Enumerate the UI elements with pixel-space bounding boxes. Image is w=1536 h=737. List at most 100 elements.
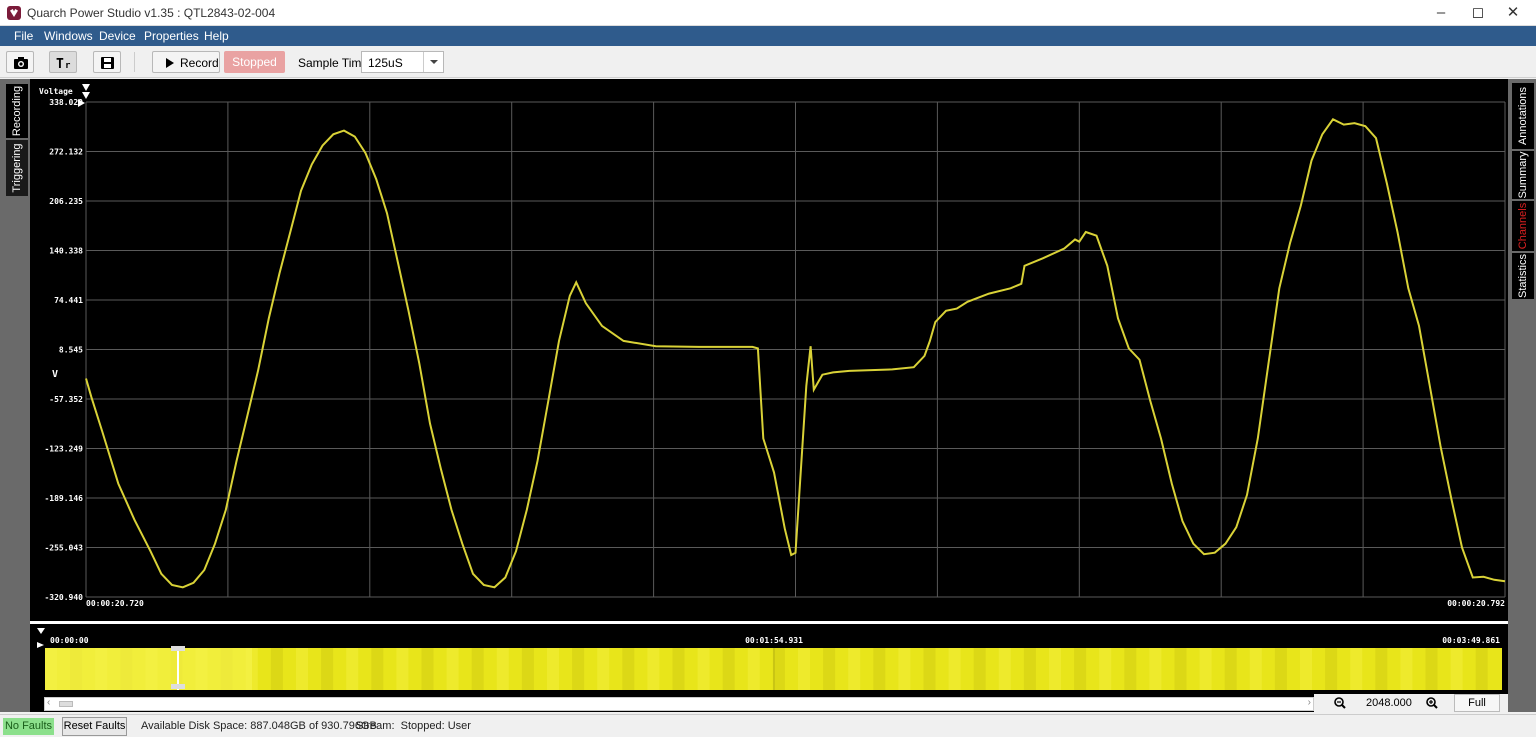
- play-icon: [166, 58, 174, 68]
- navigator-stripe: [321, 648, 334, 690]
- navigator-stripe: [471, 648, 484, 690]
- toolbar-separator: [134, 52, 135, 72]
- navigator-stripe: [1149, 648, 1162, 690]
- navigator-stripe: [647, 648, 660, 690]
- right-tab-strip: Annotations Summary Channels Statistics: [1508, 79, 1536, 712]
- zoom-controls: 2048.000 Full: [1314, 694, 1508, 712]
- y-tick-label: -189.146: [44, 494, 83, 503]
- navigator-stripe: [1249, 648, 1262, 690]
- text-annotation-button[interactable]: Tr: [49, 51, 77, 73]
- menu-help[interactable]: Help: [204, 29, 229, 43]
- scroll-thumb[interactable]: [59, 701, 73, 707]
- x-start-label: 00:00:20.720: [86, 599, 144, 608]
- svg-text:T: T: [56, 57, 64, 70]
- screenshot-button[interactable]: [6, 51, 34, 73]
- navigator-stripe: [923, 648, 936, 690]
- y-tick-label: -123.249: [44, 445, 83, 454]
- y-axis-title: Voltage: [39, 87, 73, 96]
- navigator-start-marker[interactable]: [37, 628, 45, 634]
- title-bar: Quarch Power Studio v1.35 : QTL2843-02-0…: [0, 0, 1536, 26]
- menu-properties[interactable]: Properties: [144, 29, 199, 43]
- navigator-time-end: 00:03:49.861: [1442, 636, 1500, 645]
- navigator-handle-bottom[interactable]: [171, 684, 185, 689]
- menu-file[interactable]: File: [14, 29, 33, 43]
- navigator-stripe: [1325, 648, 1338, 690]
- save-icon: [101, 57, 114, 69]
- y-tick-label: -57.352: [49, 395, 83, 404]
- navigator-time-mid: 00:01:54.931: [745, 636, 803, 645]
- navigator-stripe: [346, 648, 359, 690]
- navigator-stripe: [848, 648, 861, 690]
- cursor-marker-bottom[interactable]: [82, 92, 90, 99]
- tab-annotations[interactable]: Annotations: [1512, 83, 1534, 149]
- tab-channels[interactable]: Channels: [1512, 201, 1534, 251]
- navigator-stripe: [798, 648, 810, 690]
- svg-text:r: r: [65, 61, 71, 70]
- cursor-marker-top[interactable]: [82, 84, 90, 91]
- navigator-stripe: [496, 648, 509, 690]
- menu-device[interactable]: Device: [99, 29, 136, 43]
- x-end-label: 00:00:20.792: [1447, 599, 1505, 608]
- save-button[interactable]: [93, 51, 121, 73]
- navigator-stripe: [873, 648, 886, 690]
- left-tab-strip: Recording Triggering: [0, 79, 30, 712]
- voltage-chart-panel[interactable]: 338.029 272.132 206.235 140.338 74.441 8.545-…: [30, 79, 1508, 621]
- navigator-stripe: [521, 648, 534, 690]
- navigator-selection[interactable]: [45, 648, 252, 690]
- disk-space-text: Available Disk Space: 887.048GB of 930.7…: [141, 720, 377, 732]
- reset-faults-button[interactable]: Reset Faults: [62, 717, 127, 736]
- record-button[interactable]: Record: [152, 51, 220, 73]
- zoom-out-icon[interactable]: [1334, 697, 1346, 709]
- navigator-stripe: [772, 648, 785, 690]
- zoom-full-button[interactable]: Full: [1454, 694, 1500, 712]
- menu-bar: File Windows Device Properties Help: [0, 26, 1536, 46]
- app-logo-icon: [7, 6, 21, 20]
- tab-channels-label: Channels: [1517, 202, 1529, 250]
- tab-triggering[interactable]: Triggering: [6, 140, 28, 196]
- scroll-right-icon[interactable]: ›: [1308, 697, 1311, 708]
- navigator-stripe: [1425, 648, 1438, 690]
- navigator-stripe: [1023, 648, 1036, 690]
- navigator-stripe: [1174, 648, 1187, 690]
- window-title: Quarch Power Studio v1.35 : QTL2843-02-0…: [27, 6, 276, 20]
- navigator-side-marker[interactable]: [37, 642, 44, 648]
- navigator-stripe: [1049, 648, 1061, 690]
- record-label: Record: [180, 56, 219, 70]
- navigator-stripe: [998, 648, 1011, 690]
- navigator-stripe: [446, 648, 459, 690]
- status-bar: No Faults Reset Faults Available Disk Sp…: [0, 714, 1536, 737]
- y-tick-label: -320.940: [44, 593, 83, 602]
- horizontal-scrollbar[interactable]: ‹ ›: [44, 697, 1314, 711]
- navigator-stripe: [722, 648, 735, 690]
- navigator-handle-top[interactable]: [171, 646, 185, 651]
- chart-grid: [85, 101, 1506, 598]
- stopped-status-button[interactable]: Stopped: [224, 51, 285, 73]
- tab-statistics-label: Statistics: [1517, 253, 1529, 299]
- navigator-stripe: [1350, 648, 1363, 690]
- navigator-stripe: [1224, 648, 1237, 690]
- tab-statistics[interactable]: Statistics: [1512, 253, 1534, 299]
- y-tick-label: 8.545: [59, 346, 83, 355]
- menu-windows[interactable]: Windows: [44, 29, 93, 43]
- tab-recording[interactable]: Recording: [6, 84, 28, 138]
- tab-summary[interactable]: Summary: [1512, 151, 1534, 199]
- navigator-stripe: [1074, 648, 1087, 690]
- navigator-stripe: [296, 648, 308, 690]
- navigator-stripe: [747, 648, 760, 690]
- y-tick-label: 140.338: [49, 247, 83, 256]
- y-axis-unit: V: [52, 369, 58, 380]
- voltage-chart[interactable]: 338.029272.132206.235140.33874.4418.545-…: [30, 79, 1508, 621]
- navigator-stripe: [597, 648, 610, 690]
- zoom-in-icon[interactable]: [1426, 697, 1438, 709]
- close-button[interactable]: ✕: [1490, 0, 1536, 26]
- sample-time-select[interactable]: 125uS: [361, 51, 444, 73]
- chevron-down-icon[interactable]: [423, 52, 443, 72]
- sample-time-value: 125uS: [368, 56, 403, 70]
- navigator-stripe: [396, 648, 409, 690]
- camera-icon: [14, 57, 28, 69]
- fault-status-badge: No Faults: [3, 718, 54, 735]
- tab-triggering-label: Triggering: [11, 143, 23, 193]
- tab-summary-label: Summary: [1517, 151, 1529, 199]
- scroll-left-icon[interactable]: ‹: [47, 697, 50, 708]
- navigator-stripe: [973, 648, 986, 690]
